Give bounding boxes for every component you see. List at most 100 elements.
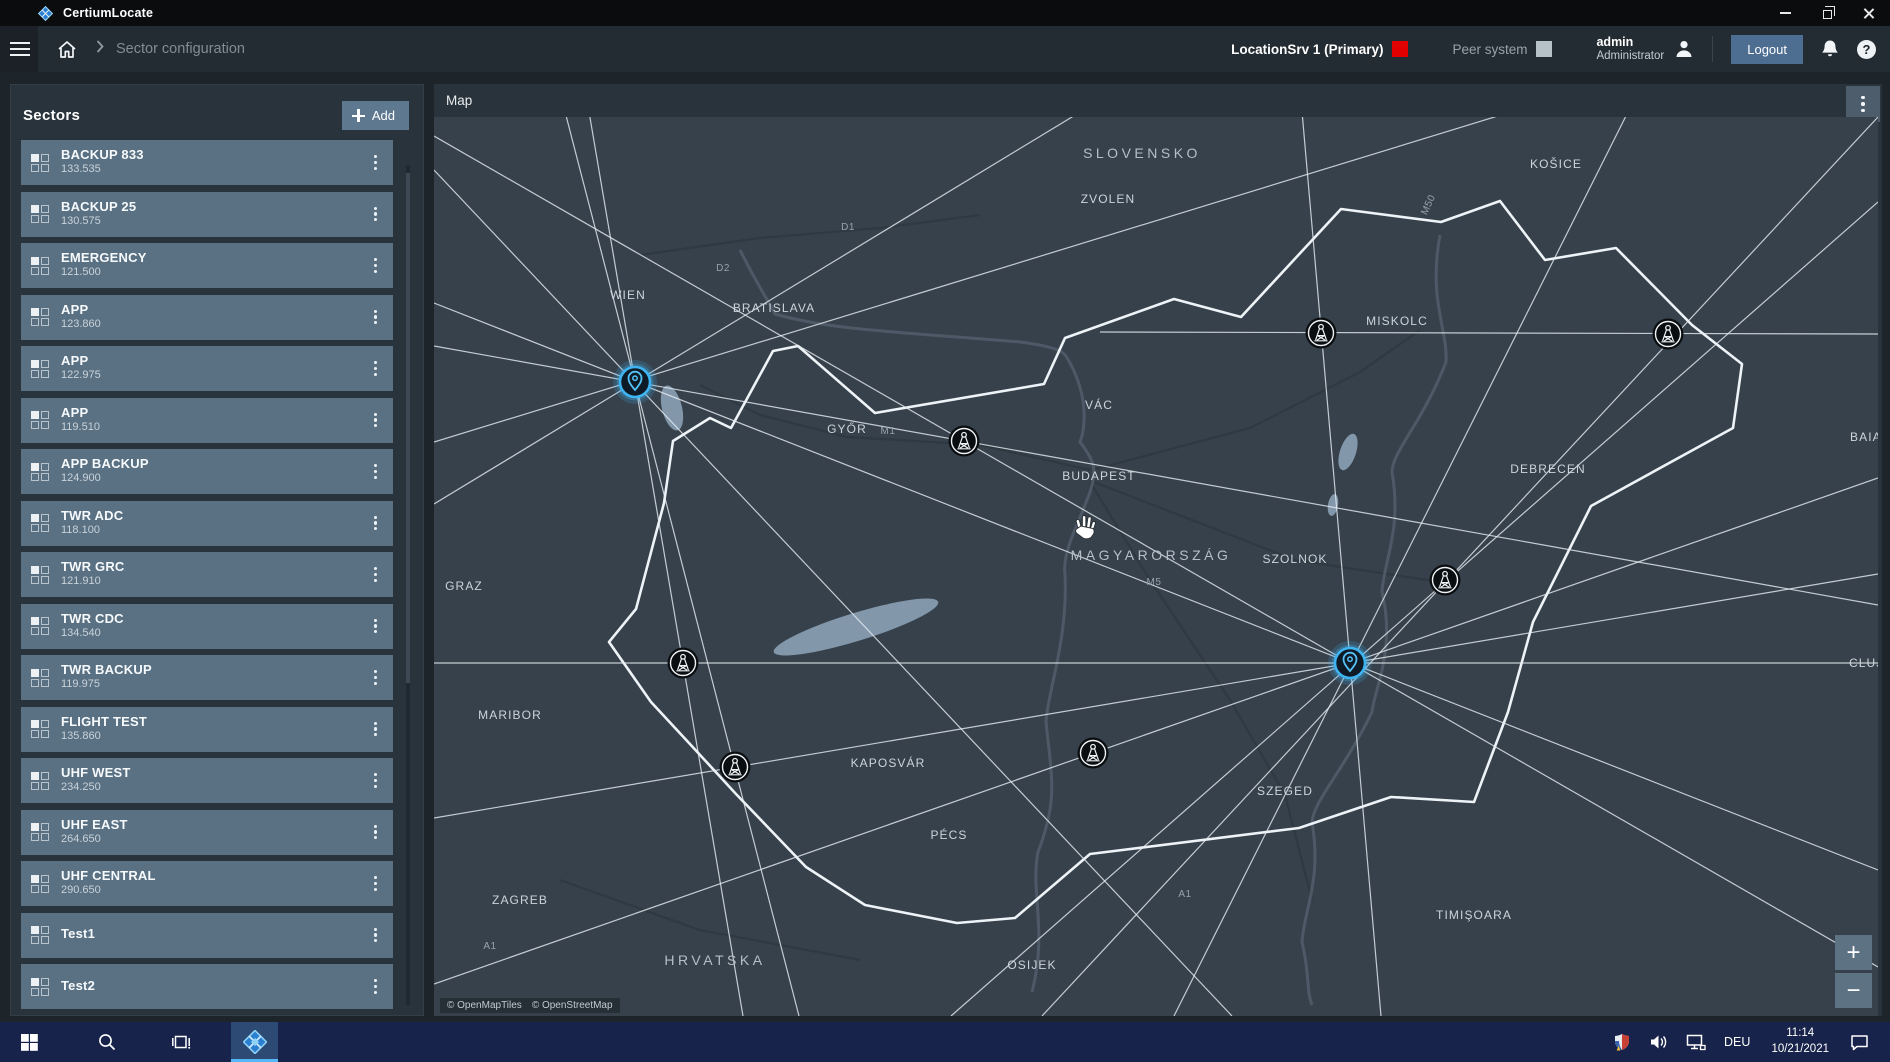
sector-grid-icon [31, 257, 49, 275]
sector-list-item[interactable]: UHF EAST264.650 [21, 810, 393, 855]
sector-row-menu-button[interactable] [366, 561, 385, 588]
sector-row-menu-button[interactable] [366, 304, 385, 331]
tower-marker[interactable] [668, 648, 699, 679]
restore-icon [1823, 10, 1832, 19]
sector-row-menu-button[interactable] [366, 870, 385, 897]
sector-row-menu-button[interactable] [366, 973, 385, 1000]
sector-texts: TWR BACKUP119.975 [61, 663, 152, 691]
sector-row-menu-button[interactable] [366, 252, 385, 279]
user-block[interactable]: admin Administrator [1596, 35, 1694, 63]
sector-grid-icon [31, 566, 49, 584]
sector-list-item[interactable]: BACKUP 25130.575 [21, 192, 393, 237]
start-button[interactable] [6, 1022, 53, 1062]
sector-row-menu-button[interactable] [366, 613, 385, 640]
sector-list-item[interactable]: TWR BACKUP119.975 [21, 655, 393, 700]
minimize-button[interactable] [1764, 0, 1806, 26]
sector-list-item[interactable]: UHF WEST234.250 [21, 758, 393, 803]
map-canvas: SLOVENSKOMAGYARORSZÁGHRVATSKAKOŠICEZVOLE… [434, 117, 1878, 1016]
sector-name: TWR CDC [61, 612, 124, 627]
sector-list-item[interactable]: APP119.510 [21, 398, 393, 443]
search-icon [98, 1033, 116, 1051]
sector-list-item[interactable]: EMERGENCY121.500 [21, 243, 393, 288]
sector-list-item[interactable]: FLIGHT TEST135.860 [21, 707, 393, 752]
sector-row-menu-button[interactable] [366, 510, 385, 537]
sector-row-menu-button[interactable] [366, 819, 385, 846]
sector-texts: BACKUP 833133.535 [61, 148, 144, 176]
sector-list: BACKUP 833133.535 BACKUP 25130.575 EMERGEN… [21, 140, 393, 1016]
window-title: CertiumLocate [63, 6, 153, 20]
menu-button[interactable] [10, 26, 38, 72]
sector-frequency: 130.575 [61, 215, 136, 228]
task-view-button[interactable] [158, 1022, 205, 1062]
minimize-icon [1780, 12, 1791, 14]
tower-marker[interactable] [1078, 738, 1109, 769]
sector-grid-icon [31, 926, 49, 944]
sector-row-menu-button[interactable] [366, 716, 385, 743]
tower-marker[interactable] [1306, 318, 1337, 349]
map-label: SZOLNOK [1262, 552, 1327, 566]
sector-list-item[interactable]: APP123.860 [21, 295, 393, 340]
logout-button[interactable]: Logout [1731, 35, 1803, 64]
zoom-in-button[interactable]: + [1835, 935, 1872, 970]
sector-row-menu-button[interactable] [366, 664, 385, 691]
sector-row-menu-button[interactable] [366, 355, 385, 382]
language-indicator[interactable]: DEU [1718, 1035, 1756, 1049]
sector-row-menu-button[interactable] [366, 149, 385, 176]
sector-row-menu-button[interactable] [366, 767, 385, 794]
sidebar-scrollbar-thumb[interactable] [406, 173, 410, 683]
sector-list-item[interactable]: APP BACKUP124.900 [21, 449, 393, 494]
user-icon [1674, 39, 1694, 59]
tower-marker[interactable] [720, 752, 751, 783]
network-tray-button[interactable] [1681, 1034, 1711, 1051]
tower-marker[interactable] [1430, 565, 1461, 596]
close-button[interactable] [1848, 0, 1890, 26]
sector-list-item[interactable]: APP122.975 [21, 346, 393, 391]
attribution-openmaptiles[interactable]: © OpenMapTiles [447, 1000, 522, 1011]
sector-name: APP BACKUP [61, 457, 149, 472]
sector-name: APP [61, 354, 101, 369]
security-tray-button[interactable] [1607, 1033, 1637, 1051]
sector-list-item[interactable]: Test2 [21, 964, 393, 1009]
zoom-out-button[interactable]: − [1835, 973, 1872, 1008]
volume-tray-button[interactable] [1644, 1034, 1674, 1050]
location-marker[interactable] [613, 360, 657, 404]
sidebar-scrollbar[interactable] [406, 165, 410, 1005]
taskbar-search-button[interactable] [83, 1022, 130, 1062]
sector-frequency: 134.540 [61, 627, 124, 640]
sector-row-menu-button[interactable] [366, 458, 385, 485]
help-button[interactable] [1857, 40, 1876, 59]
sector-list-item[interactable]: Test1 [21, 913, 393, 958]
sector-list-item[interactable]: TWR ADC118.100 [21, 501, 393, 546]
home-button[interactable] [50, 32, 84, 66]
sector-grid-icon [31, 978, 49, 996]
sector-list-item[interactable]: TWR GRC121.910 [21, 552, 393, 597]
sector-name: Test1 [61, 927, 95, 942]
sector-frequency: 135.860 [61, 730, 147, 743]
taskbar-app-certiumlocate[interactable] [231, 1022, 278, 1062]
taskbar-clock[interactable]: 11:14 10/21/2021 [1763, 1026, 1837, 1057]
sector-row-menu-button[interactable] [366, 922, 385, 949]
taskbar-time: 11:14 [1771, 1026, 1829, 1042]
bearing-line [562, 117, 799, 1016]
task-view-icon [172, 1034, 191, 1050]
sectors-title: Sectors [23, 107, 80, 124]
map[interactable]: SLOVENSKOMAGYARORSZÁGHRVATSKAKOŠICEZVOLE… [434, 117, 1878, 1016]
sector-row-menu-button[interactable] [366, 407, 385, 434]
tower-marker[interactable] [1653, 319, 1684, 350]
action-center-button[interactable] [1844, 1034, 1874, 1051]
notifications-button[interactable] [1821, 39, 1839, 59]
taskbar: DEU 11:14 10/21/2021 [0, 1022, 1890, 1062]
restore-button[interactable] [1806, 0, 1848, 26]
attribution-openstreetmap[interactable]: © OpenStreetMap [532, 1000, 613, 1011]
tower-marker[interactable] [949, 426, 980, 457]
sector-name: TWR GRC [61, 560, 125, 575]
sector-list-item[interactable]: TWR CDC134.540 [21, 604, 393, 649]
sector-list-item[interactable]: UHF CENTRAL290.650 [21, 861, 393, 906]
sector-row-menu-button[interactable] [366, 201, 385, 228]
home-icon [57, 40, 77, 59]
location-marker[interactable] [1328, 641, 1372, 685]
sector-grid-icon [31, 411, 49, 429]
user-text: admin Administrator [1596, 35, 1664, 63]
sector-list-item[interactable]: BACKUP 833133.535 [21, 140, 393, 185]
add-sector-button[interactable]: Add [342, 101, 409, 130]
